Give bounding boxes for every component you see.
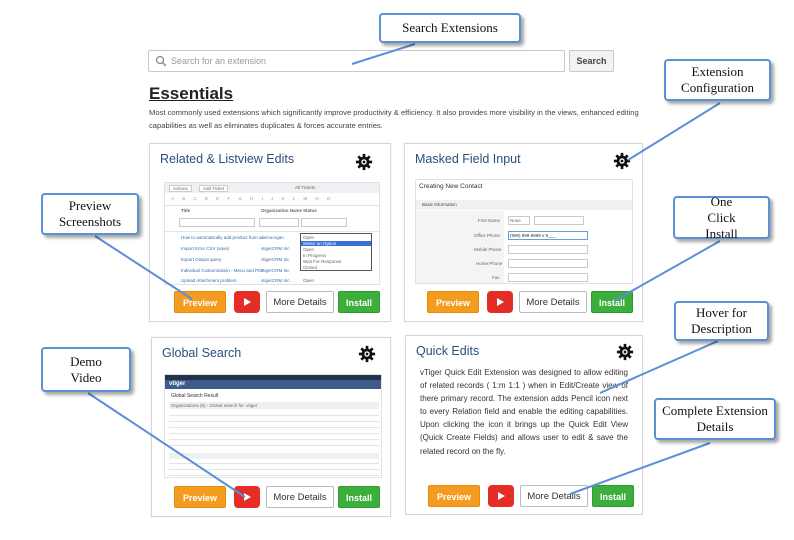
mini-row-org: vtigerCRM Inc [261,278,290,283]
section-description: Most commonly used extensions which sign… [149,108,639,130]
extension-card-masked-field: Masked Field Input Creating New Contact … [404,143,643,322]
card-actions: Preview More Details Install [174,291,380,313]
callout-complete-extension-details: Complete Extension Details [654,398,776,440]
mini-heading: Global Search Result [171,393,219,399]
preview-screenshot[interactable]: Actions Add Ticket All Tickets ABCDEFGHI… [164,182,380,285]
section-title: Essentials [149,84,234,103]
install-button[interactable]: Install [338,291,380,313]
more-details-button[interactable]: More Details [266,291,334,313]
card-title: Related & Listview Edits [160,152,295,166]
mini-section: Basic Information [422,202,457,207]
mini-row-org: vtigerCRM Inc [261,246,290,251]
search-icon [155,55,167,67]
callout-hover-for-description: Hover for Description [674,301,769,341]
mini-all-tickets: All Tickets [295,185,316,190]
mini-subheading: Organizations (5) - Global search for: v… [171,403,258,408]
callout-one-click-install: One Click Install [673,194,770,241]
install-button[interactable]: Install [591,291,633,313]
more-details-button[interactable]: More Details [519,291,587,313]
more-details-button[interactable]: More Details [520,485,588,507]
youtube-play-icon[interactable] [234,291,260,313]
card-actions: Preview More Details Install [427,291,633,313]
extension-description: vTiger Quick Edit Extension was designed… [420,368,628,456]
mini-field-label: First Name [478,218,501,223]
mini-add-ticket: Add Ticket [199,185,229,192]
mini-row-status: Open [303,278,315,283]
callout-demo-video: Demo Video [41,347,131,392]
mini-col-status: Status [303,208,317,213]
mini-field-label: Mobile Phone [474,247,502,252]
card-actions: Preview More Details Install [174,486,380,508]
extension-card-global-search: Global Search vtiger Global Search Resul… [151,337,391,517]
mini-row-org: vtigerCRM Inc [261,268,290,273]
search-input[interactable] [171,52,561,70]
extension-card-related-listview: Related & Listview Edits Actions Add Tic… [149,143,391,322]
mini-row-org: vtigerCRM Inc [261,257,290,262]
youtube-play-icon[interactable] [487,291,513,313]
mini-row-title: How to automatically add product from a.… [181,235,266,240]
extension-card-quick-edits: Quick Edits vTiger Quick Edit Extension … [405,335,643,515]
mini-alphabet: ABCDEFGHIJKLMNO [171,196,339,201]
mini-status-dropdown: Open Select an Option Open In Progress W… [300,233,372,271]
preview-button[interactable]: Preview [427,291,479,313]
search-button[interactable]: Search [569,50,614,72]
search-box[interactable] [148,50,565,72]
preview-button[interactable]: Preview [428,485,480,507]
install-button[interactable]: Install [338,486,380,508]
mini-row-title: Import Error CSV (save) [181,246,230,251]
install-button[interactable]: Install [592,485,634,507]
gear-icon[interactable] [613,152,631,170]
preview-screenshot[interactable]: vtiger Global Search Result Organization… [164,374,382,478]
mini-col-title: Title [181,208,191,213]
callout-preview-screenshots: Preview Screenshots [41,193,139,235]
mini-actions: Actions [169,185,192,192]
gear-icon[interactable] [358,345,376,363]
mini-row-title: Upload Attachment problem [181,278,237,283]
gear-icon[interactable] [616,343,634,361]
mini-row-title: Export Output query [181,257,222,262]
card-title: Global Search [162,346,242,360]
card-actions: Preview More Details Install [428,485,634,507]
card-title: Masked Field Input [415,152,521,166]
callout-search-extensions: Search Extensions [379,13,521,43]
mini-field-label: Office Phone [474,233,500,238]
mini-logo: vtiger [169,381,186,387]
youtube-play-icon[interactable] [234,486,260,508]
mini-row-title: Individual Customization - Menu and PIO [181,268,263,273]
mini-field-label: Home Phone [476,261,503,266]
preview-button[interactable]: Preview [174,486,226,508]
gear-icon[interactable] [355,153,373,171]
mini-row-org: demoorgan [261,235,284,240]
card-title: Quick Edits [416,344,480,358]
more-details-button[interactable]: More Details [266,486,334,508]
youtube-play-icon[interactable] [488,485,514,507]
preview-screenshot[interactable]: Creating New Contact Basic Information F… [415,179,633,284]
callout-extension-configuration: Extension Configuration [664,59,771,101]
preview-button[interactable]: Preview [174,291,226,313]
mini-field-label: Fax [492,275,500,280]
mini-col-org: Organization Name [261,208,303,213]
mini-heading: Creating New Contact [419,183,483,190]
